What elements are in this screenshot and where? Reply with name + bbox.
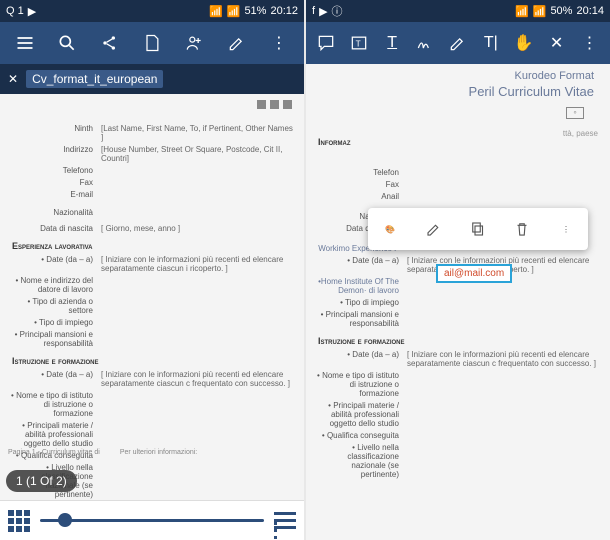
signal-icon: 📶 bbox=[227, 5, 241, 18]
field-telefono: Telefono bbox=[6, 166, 101, 175]
doc-footer: Pagina 1 - Curriculum vitae diPer ulteri… bbox=[8, 449, 197, 456]
crop-text: ttà, paese bbox=[382, 129, 604, 151]
popup-overflow-icon[interactable]: ⋮ bbox=[555, 218, 577, 240]
battery-text: 51% bbox=[244, 5, 266, 17]
device-left: Q 1 ▶ 📶 📶 51% 20:12 ⋮ ✕ Cv_format_it_eur… bbox=[0, 0, 304, 540]
annotation-toolbar: T T T| ✋ ✕ ⋮ bbox=[306, 22, 610, 64]
field-naz: Nazionalità bbox=[6, 208, 101, 217]
ist-materie: • Principali materie / abilità professio… bbox=[312, 401, 407, 428]
device-right: f ▶ ⓘ 📶 📶 50% 20:14 T T T| ✋ ✕ ⋮ Kurodeo… bbox=[306, 0, 610, 540]
battery-text: 50% bbox=[550, 5, 572, 17]
selected-annotation[interactable]: ail@mail.com bbox=[436, 264, 512, 283]
search-icon[interactable] bbox=[57, 33, 77, 53]
work-mansioni: • Principali mansioni e responsabilità bbox=[312, 310, 407, 328]
ist-date: • Date (da – a) bbox=[312, 350, 407, 368]
exp-mansioni: • Principali mansioni e responsabilità bbox=[6, 330, 101, 348]
section-esperienza: Esperienza lavorativa bbox=[6, 241, 298, 251]
field-dob: Data di nascita bbox=[6, 224, 101, 233]
svg-text:T: T bbox=[356, 38, 361, 48]
overflow-icon[interactable]: ⋮ bbox=[579, 33, 599, 53]
work-impiego: • Tipo di impiego bbox=[312, 298, 407, 307]
signature-icon[interactable] bbox=[415, 33, 435, 53]
thumbnail-grid-icon[interactable] bbox=[8, 510, 30, 532]
field-fax: Fax bbox=[6, 178, 101, 187]
pen-icon[interactable] bbox=[448, 33, 468, 53]
info-icon: ⓘ bbox=[332, 3, 343, 19]
copy-icon[interactable] bbox=[467, 218, 489, 240]
share-icon[interactable] bbox=[100, 33, 120, 53]
close-icon[interactable]: ✕ bbox=[547, 33, 567, 53]
field-ninth: Ninth bbox=[6, 124, 101, 142]
menu-icon[interactable] bbox=[15, 33, 35, 53]
play-icon: ▶ bbox=[28, 5, 36, 18]
work-date: • Date (da – a) bbox=[312, 256, 407, 274]
doc-title-1: Kurodeo Format bbox=[312, 66, 604, 84]
wifi-icon: 📶 bbox=[209, 5, 223, 18]
page-slider[interactable] bbox=[40, 519, 264, 522]
ist-livello: • Livello nella classificazione nazional… bbox=[312, 443, 407, 479]
section-istruzione: Istruzione e formazione bbox=[312, 336, 604, 346]
value-dob: [ Giorno, mese, anno ] bbox=[101, 224, 298, 233]
close-tab-icon[interactable]: ✕ bbox=[8, 72, 18, 86]
ist-date: • Date (da – a) bbox=[6, 370, 101, 388]
exp-azienda: • Tipo di azienda o settore bbox=[6, 297, 101, 315]
field-email: E-mail bbox=[6, 190, 101, 199]
edit-icon[interactable] bbox=[227, 33, 247, 53]
edit-popup: 🎨 ⋮ bbox=[368, 208, 588, 250]
field-indirizzo: Indirizzo bbox=[6, 145, 101, 163]
work-home: •Home Institute Of The Demon· di lavoro bbox=[312, 277, 407, 295]
ist-hint: [ Iniziare con le informazioni più recen… bbox=[407, 350, 604, 368]
add-person-icon[interactable] bbox=[184, 33, 204, 53]
field-telefon: Telefon bbox=[312, 168, 407, 177]
text-tool-icon[interactable]: T| bbox=[481, 33, 501, 53]
ist-qualifica: • Qualifica conseguita bbox=[312, 431, 407, 440]
hand-icon[interactable]: ✋ bbox=[514, 33, 534, 53]
ist-istituto: • Nome e tipo di istituto di istruzione … bbox=[312, 371, 407, 398]
comment-icon[interactable] bbox=[316, 33, 336, 53]
file-tab: ✕ Cv_format_it_european bbox=[0, 64, 304, 94]
clock-text: 20:12 bbox=[270, 5, 298, 17]
slider-thumb[interactable] bbox=[58, 513, 72, 527]
pencil-icon[interactable] bbox=[423, 218, 445, 240]
delete-icon[interactable] bbox=[511, 218, 533, 240]
status-bar: Q 1 ▶ 📶 📶 51% 20:12 bbox=[0, 0, 304, 22]
wifi-icon: 📶 bbox=[515, 5, 529, 18]
text-box-icon[interactable]: T bbox=[349, 33, 369, 53]
doc-title-2: Peril Curriculum Vitae bbox=[312, 84, 604, 107]
facebook-icon: f bbox=[312, 5, 315, 17]
document-icon[interactable] bbox=[142, 33, 162, 53]
section-info: Informaz bbox=[312, 137, 382, 147]
play-icon: ▶ bbox=[319, 5, 327, 18]
signal-icon: 📶 bbox=[533, 5, 547, 18]
filename-text: Cv_format_it_european bbox=[26, 70, 163, 88]
color-icon[interactable]: 🎨 bbox=[379, 218, 401, 240]
ist-materie: • Principali materie / abilità professio… bbox=[6, 421, 101, 448]
overflow-icon[interactable]: ⋮ bbox=[269, 33, 289, 53]
status-bar: f ▶ ⓘ 📶 📶 50% 20:14 bbox=[306, 0, 610, 22]
selection-box[interactable]: ail@mail.com bbox=[436, 264, 512, 283]
doc-logo bbox=[257, 100, 292, 109]
bottom-bar bbox=[0, 500, 304, 540]
clock-text: 20:14 bbox=[576, 5, 604, 17]
outline-icon[interactable] bbox=[274, 512, 296, 529]
exp-datore: • Nome e indirizzo del datore di lavoro bbox=[6, 276, 101, 294]
value-addr: [House Number, Street Or Square, Postcod… bbox=[101, 145, 298, 163]
exp-impiego: • Tipo di impiego bbox=[6, 318, 101, 327]
field-fax: Fax bbox=[312, 180, 407, 189]
main-toolbar: ⋮ bbox=[0, 22, 304, 64]
field-anail: Anail bbox=[312, 192, 407, 201]
document-area[interactable]: Ninth[Last Name, First Name, To, if Pert… bbox=[0, 94, 304, 500]
ist-hint: [ Iniziare con le informazioni più recen… bbox=[101, 370, 298, 388]
ist-istituto: • Nome e tipo di istituto di istruzione … bbox=[6, 391, 101, 418]
carrier-text: Q 1 bbox=[6, 5, 24, 17]
underline-icon[interactable]: T bbox=[382, 33, 402, 53]
exp-hint: [ Iniziare con le informazioni più recen… bbox=[101, 255, 298, 273]
document-area[interactable]: Kurodeo Format Peril Curriculum Vitae ⚬ … bbox=[306, 64, 610, 540]
value-name: [Last Name, First Name, To, if Pertinent… bbox=[101, 124, 298, 142]
exp-date: • Date (da – a) bbox=[6, 255, 101, 273]
flag-icon: ⚬ bbox=[566, 107, 584, 119]
page-indicator: 1 (1 Of 2) bbox=[6, 470, 77, 492]
section-istruzione: Istruzione e formazione bbox=[6, 356, 298, 366]
